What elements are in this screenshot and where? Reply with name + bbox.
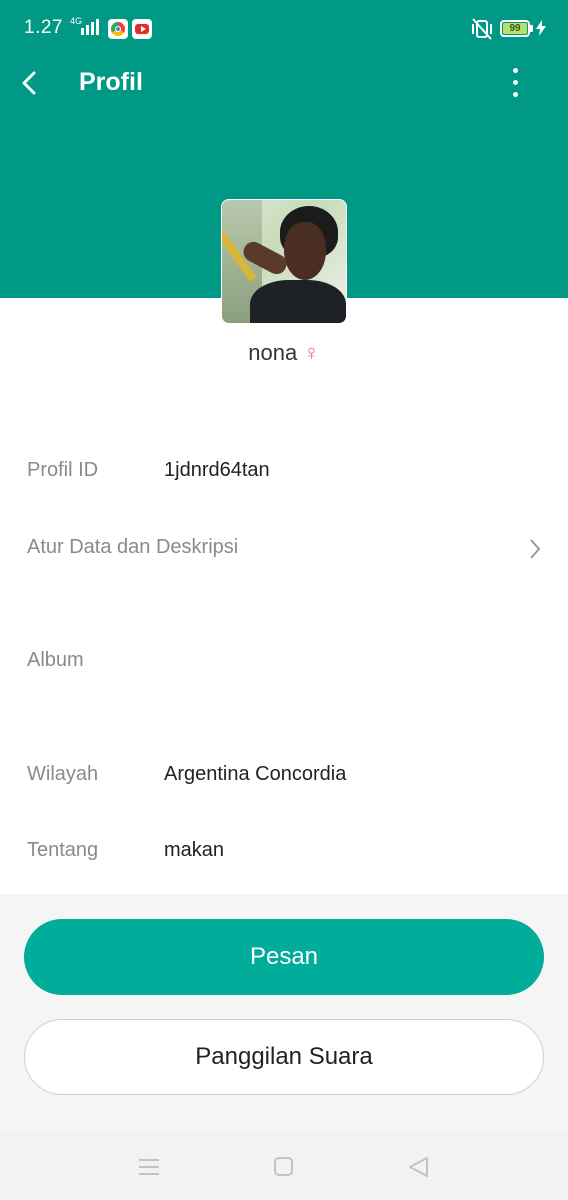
region-value: Argentina Concordia [164, 763, 347, 785]
profile-id-value: 1jdnrd64tan [164, 459, 270, 481]
avatar-detail [284, 222, 326, 280]
home-icon [274, 1157, 293, 1176]
profile-details-card [0, 298, 568, 894]
back-triangle-icon [409, 1157, 428, 1177]
system-back-button[interactable] [399, 1152, 439, 1182]
avatar[interactable] [221, 199, 347, 324]
battery-level: 99 [503, 23, 527, 34]
battery-indicator: 99 [500, 20, 533, 37]
avatar-detail [250, 280, 346, 323]
menu-icon [139, 1159, 159, 1175]
chevron-left-icon [22, 71, 36, 95]
more-vertical-icon [513, 68, 518, 73]
profile-id-label: Profil ID [27, 459, 99, 481]
page-title: Profil [79, 68, 143, 96]
more-dot [513, 92, 518, 97]
vibrate-off-icon [472, 18, 492, 40]
edit-data-row[interactable]: Atur Data dan Deskripsi [0, 517, 568, 577]
edit-data-label: Atur Data dan Deskripsi [27, 536, 239, 558]
user-name: nona [248, 340, 298, 365]
about-value: makan [164, 839, 225, 861]
user-name-line: nona ♀ [0, 340, 568, 366]
about-label: Tentang [27, 839, 99, 861]
female-icon: ♀ [303, 340, 320, 365]
back-button[interactable] [10, 62, 50, 104]
youtube-icon [132, 19, 152, 39]
recent-apps-button[interactable] [129, 1152, 169, 1182]
system-nav-bar [0, 1132, 568, 1200]
signal-icon [81, 19, 99, 35]
message-button[interactable]: Pesan [24, 919, 544, 995]
chevron-right-icon [530, 539, 541, 559]
region-label: Wilayah [27, 763, 99, 785]
status-bar: 1.27 4G 99 [0, 0, 568, 58]
more-dot [513, 80, 518, 85]
album-label: Album [27, 649, 84, 671]
home-button[interactable] [264, 1152, 304, 1182]
more-options-button[interactable] [500, 62, 532, 104]
charging-bolt-icon [536, 20, 546, 36]
album-row[interactable]: Album [0, 630, 568, 690]
chrome-icon [108, 19, 128, 39]
voice-call-button[interactable]: Panggilan Suara [24, 1019, 544, 1095]
status-time: 1.27 [24, 17, 63, 38]
